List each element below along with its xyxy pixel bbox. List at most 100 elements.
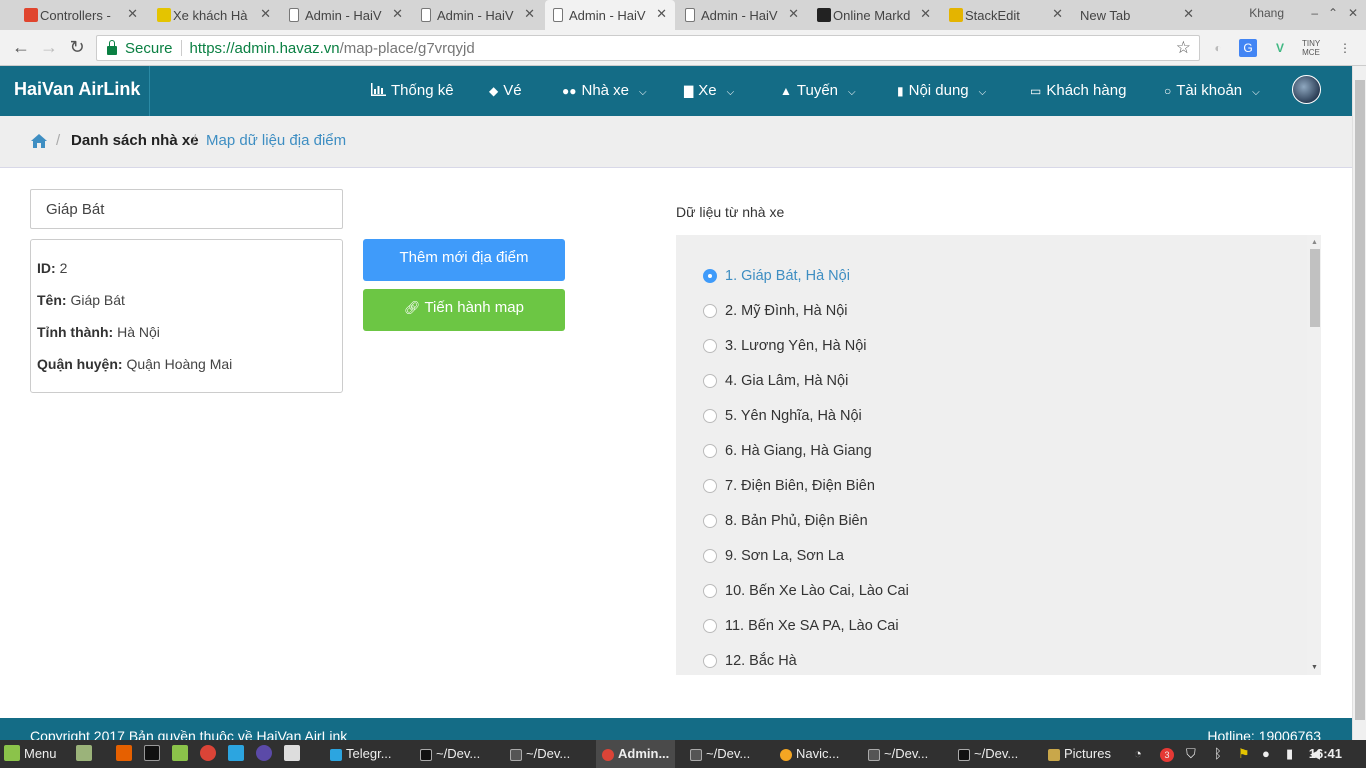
place-option[interactable]: 10. Bến Xe Lào Cai, Lào Cai [703,581,909,601]
tab-close-icon[interactable]: ✕ [260,6,271,22]
battery-icon[interactable]: ▮ [1286,740,1293,768]
taskbar-window[interactable]: ~/Dev... [510,740,570,768]
tab-close-icon[interactable]: ✕ [1183,6,1194,22]
list-scrollbar-thumb[interactable] [1310,249,1320,327]
place-option[interactable]: 3. Lương Yên, Hà Nội [703,336,866,356]
radio-button[interactable] [703,444,717,458]
bluetooth-icon[interactable]: ᛒ [1214,740,1222,768]
page-scrollbar[interactable] [1352,66,1366,740]
tab-close-icon[interactable]: ✕ [127,6,138,22]
translate-extension-icon[interactable]: G [1239,39,1257,57]
place-option[interactable]: 6. Hà Giang, Hà Giang [703,441,872,461]
tab-close-icon[interactable]: ✕ [920,6,931,22]
chrome-launcher-icon[interactable] [200,740,220,768]
extension-icon[interactable]: ◐ [1209,39,1227,57]
taskbar-window[interactable]: ~/Dev... [958,740,1018,768]
page-scrollbar-thumb[interactable] [1355,80,1365,720]
nav-item-tickets[interactable]: ◆ Vé [489,66,522,116]
radio-button[interactable] [703,584,717,598]
taskbar-window[interactable]: Navic... [780,740,839,768]
radio-button[interactable] [703,479,717,493]
tinymce-extension-icon[interactable]: TINY MCE [1302,39,1320,57]
editor-launcher-icon[interactable] [284,740,304,768]
nav-item-customers[interactable]: ▭ Khách hàng [1030,66,1126,116]
place-option[interactable]: 7. Điện Biên, Điện Biên [703,476,875,496]
shield-icon[interactable]: ⛉ [1186,740,1196,768]
vue-devtools-icon[interactable]: V [1271,39,1289,57]
place-option[interactable]: 11. Bến Xe SA PA, Lào Cai [703,616,899,636]
place-option[interactable]: 12. Bắc Hà [703,651,797,671]
radio-button[interactable] [703,269,717,283]
scroll-up-icon[interactable]: ▲ [1311,239,1318,246]
taskbar-window[interactable]: Telegr... [330,740,392,768]
brand-logo[interactable]: HaiVan AirLink [0,66,150,116]
place-option[interactable]: 9. Sơn La, Sơn La [703,546,844,566]
browser-tab[interactable]: Admin - HaiV ✕ [281,0,411,30]
add-place-button[interactable]: Thêm mới địa điểm [363,239,565,281]
place-search-input[interactable] [30,189,343,229]
nav-item-content[interactable]: ▮ Nội dung ⌵ [897,66,986,116]
browser-tab[interactable]: Admin - HaiV ✕ [677,0,807,30]
list-scrollbar[interactable]: ▲ ▼ [1307,235,1321,675]
taskbar-window[interactable]: ~/Dev... [868,740,928,768]
radio-button[interactable] [703,374,717,388]
minimize-icon[interactable]: – [1311,6,1318,20]
start-menu-button[interactable]: Menu [4,740,57,768]
back-icon[interactable]: ← [10,37,32,58]
nav-item-routes[interactable]: ▲ Tuyến ⌵ [780,66,856,116]
tab-close-icon[interactable]: ✕ [788,6,799,22]
place-option[interactable]: 1. Giáp Bát, Hà Nội [703,266,850,286]
nav-item-operators[interactable]: ●● Nhà xe ⌵ [562,66,647,116]
maximize-icon[interactable]: ⌃ [1328,6,1338,20]
files-launcher-icon[interactable] [172,740,192,768]
tab-close-icon[interactable]: ✕ [392,6,403,22]
radio-button[interactable] [703,339,717,353]
radio-button[interactable] [703,549,717,563]
forward-icon[interactable]: → [38,37,60,58]
taskbar-window[interactable]: ~/Dev... [420,740,480,768]
firefox-launcher-icon[interactable] [116,740,136,768]
browser-tab[interactable]: New Tab ✕ [1056,0,1202,30]
start-map-button[interactable]: 🔗︎ Tiến hành map [363,289,565,331]
radio-button[interactable] [703,619,717,633]
tab-close-icon[interactable]: ✕ [656,6,667,22]
notification-badge[interactable]: 3 [1160,740,1174,768]
taskbar-window[interactable]: ~/Dev... [690,740,750,768]
close-window-icon[interactable]: ✕ [1348,6,1358,20]
place-option[interactable]: 4. Gia Lâm, Hà Nội [703,371,848,391]
address-bar[interactable]: Secure https://admin.havaz.vn /map-place… [96,35,1200,61]
user-status-icon[interactable]: ● [1262,740,1270,768]
nav-item-account[interactable]: ○ Tài khoản ⌵ [1164,66,1260,116]
scroll-down-icon[interactable]: ▼ [1311,664,1318,671]
nav-item-statistics[interactable]: Thống kê [371,66,454,116]
radio-button[interactable] [703,514,717,528]
browser-tab[interactable]: Controllers - ✕ [16,0,146,30]
home-icon[interactable] [31,134,47,148]
browser-tab[interactable]: StackEdit ✕ [941,0,1071,30]
operator-place-list[interactable]: 1. Giáp Bát, Hà Nội 2. Mỹ Đình, Hà Nội 3… [676,235,1321,675]
terminal-launcher-icon[interactable] [144,740,164,768]
profile-name[interactable]: Khang [1249,6,1284,20]
place-option[interactable]: 2. Mỹ Đình, Hà Nội [703,301,848,321]
radio-button[interactable] [703,409,717,423]
network-icon[interactable]: ⚑ [1238,740,1250,768]
place-option[interactable]: 5. Yên Nghĩa, Hà Nội [703,406,862,426]
breadcrumb-operators-link[interactable]: Danh sách nhà xe [71,132,199,149]
taskbar-window-active[interactable]: Admin... [596,740,676,768]
taskbar-clock[interactable]: 16:41 [1309,740,1342,768]
wifi-icon[interactable]: ◔ [1134,740,1142,768]
browser-tab-active[interactable]: Admin - HaiV ✕ [545,0,675,30]
reload-icon[interactable]: ↻ [66,37,88,58]
show-desktop-icon[interactable] [76,740,96,768]
tab-close-icon[interactable]: ✕ [524,6,535,22]
chrome-menu-icon[interactable]: ⋮ [1336,39,1354,57]
taskbar-window[interactable]: Pictures [1048,740,1111,768]
place-option[interactable]: 8. Bản Phủ, Điện Biên [703,511,868,531]
browser-tab[interactable]: Admin - HaiV ✕ [413,0,543,30]
radio-button[interactable] [703,654,717,668]
browser-tab[interactable]: Xe khách Hà ✕ [149,0,279,30]
nav-item-vehicles[interactable]: ▇ Xe ⌵ [684,66,734,116]
user-avatar[interactable] [1292,75,1321,104]
browser-tab[interactable]: Online Markd ✕ [809,0,939,30]
eclipse-launcher-icon[interactable] [256,740,276,768]
